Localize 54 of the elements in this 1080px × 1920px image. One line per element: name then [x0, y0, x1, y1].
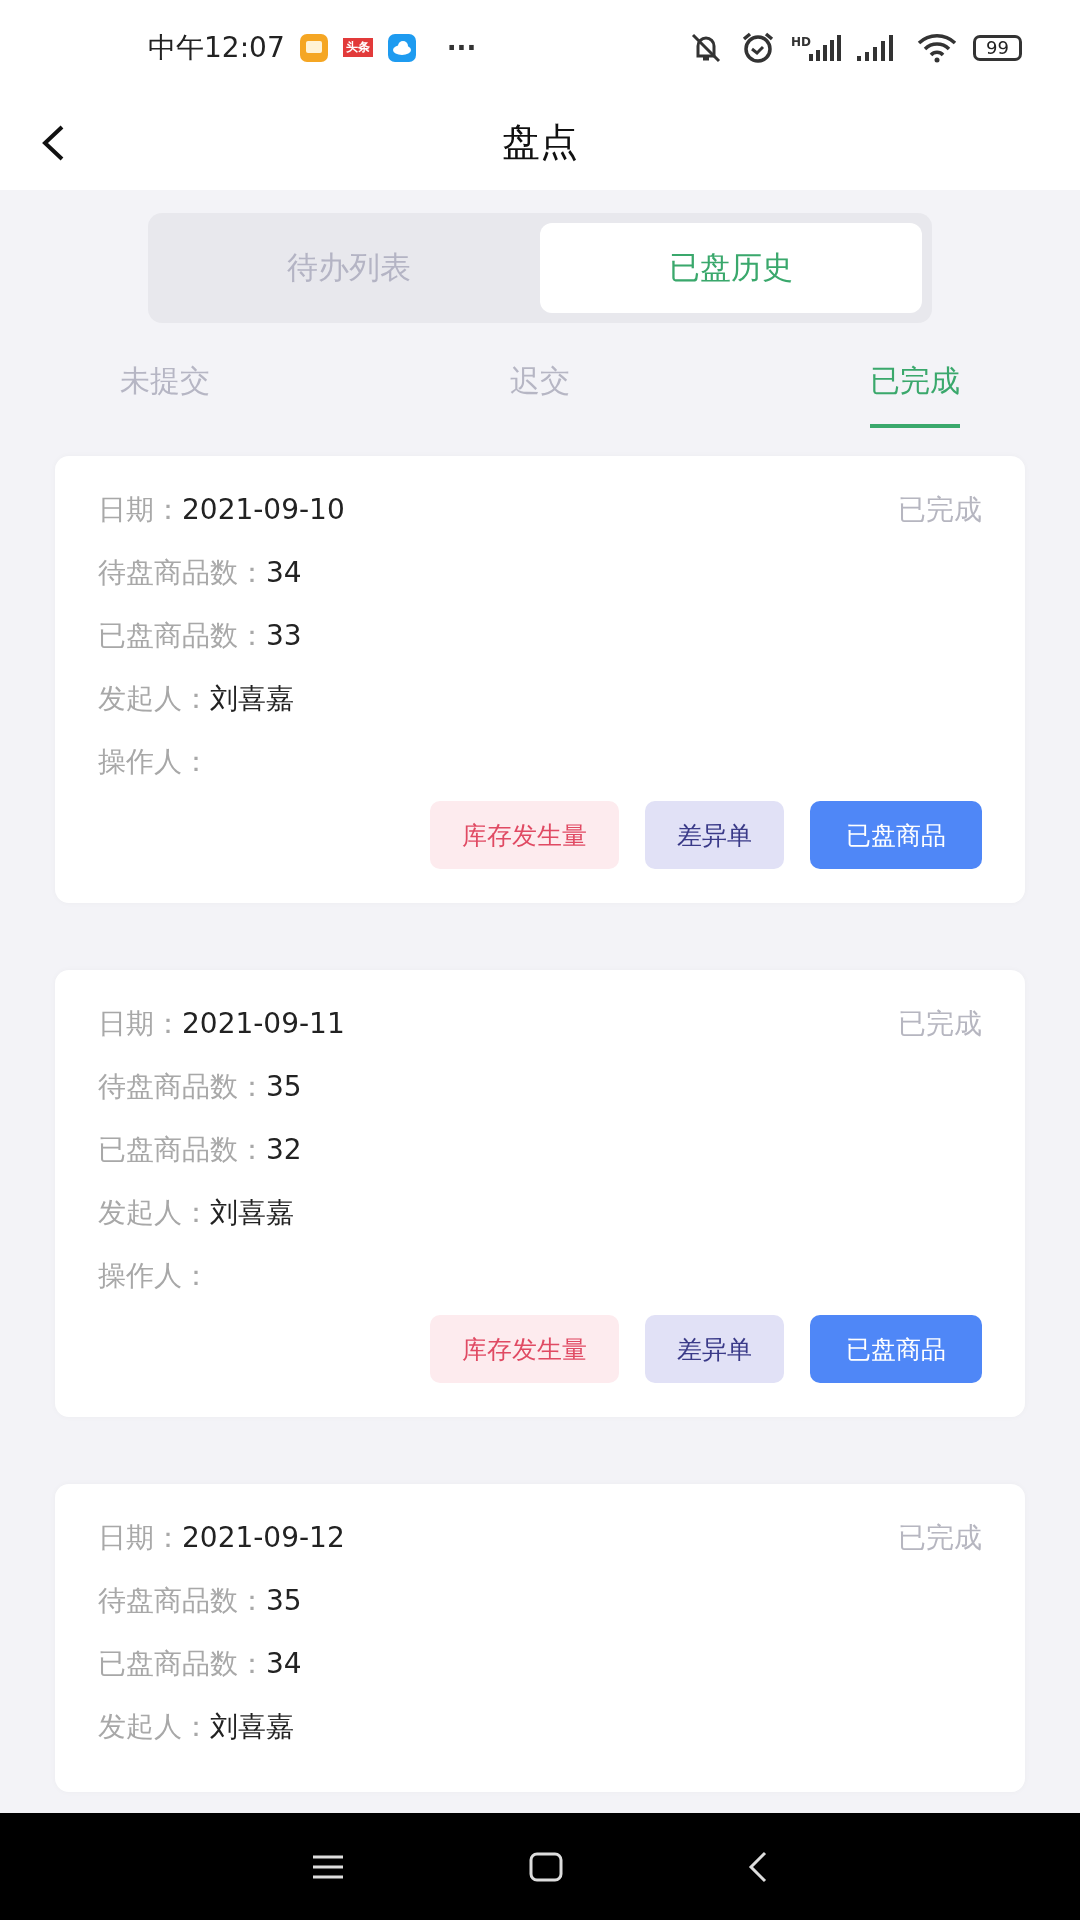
status-label: 已完成 [898, 491, 982, 528]
cloud-app-icon [386, 32, 417, 63]
hd-label: HD [791, 34, 812, 49]
field-label: 日期： [98, 1519, 182, 1556]
field-value: 2021-09-12 [182, 1521, 345, 1554]
field-value: 刘喜嘉 [210, 680, 294, 717]
field-label: 待盘商品数： [98, 554, 266, 591]
field-label: 发起人： [98, 1708, 210, 1745]
field-label: 发起人： [98, 680, 210, 717]
status-label: 已完成 [898, 1005, 982, 1042]
field-value: 33 [266, 619, 302, 652]
field-value: 2021-09-10 [182, 493, 345, 526]
home-icon[interactable] [529, 1851, 563, 1882]
action-button[interactable]: 库存发生量 [430, 1315, 619, 1383]
action-button[interactable]: 已盘商品 [810, 1315, 982, 1383]
field-label: 操作人： [98, 1257, 210, 1294]
field-value: 2021-09-11 [182, 1007, 345, 1040]
field-value: 35 [266, 1070, 302, 1103]
wifi-icon [917, 32, 958, 63]
message-app-icon [298, 32, 329, 63]
segment-tab[interactable]: 已盘历史 [540, 223, 922, 313]
field-value: 35 [266, 1584, 302, 1617]
menu-icon[interactable] [312, 1853, 345, 1880]
field-label: 日期： [98, 1005, 182, 1042]
back-icon[interactable] [40, 125, 66, 161]
alarm-icon [741, 30, 776, 65]
status-time: 中午12:07 [148, 29, 285, 66]
field-label: 待盘商品数： [98, 1068, 266, 1105]
filter-tab[interactable]: 已完成 [870, 343, 960, 428]
status-label: 已完成 [898, 1519, 982, 1556]
filter-tab[interactable]: 未提交 [120, 343, 210, 428]
field-value: 刘喜嘉 [210, 1708, 294, 1745]
field-value: 34 [266, 1647, 302, 1680]
field-value: 刘喜嘉 [210, 1194, 294, 1231]
signal-icon [809, 34, 842, 61]
filter-tab[interactable]: 迟交 [510, 343, 570, 428]
action-button[interactable]: 差异单 [645, 1315, 784, 1383]
more-notifications: ··· [446, 32, 477, 63]
action-button[interactable]: 已盘商品 [810, 801, 982, 869]
news-app-icon: 头条 [342, 38, 373, 57]
action-button[interactable]: 库存发生量 [430, 801, 619, 869]
field-label: 已盘商品数： [98, 1645, 266, 1682]
field-label: 待盘商品数： [98, 1582, 266, 1619]
field-label: 已盘商品数： [98, 617, 266, 654]
action-button[interactable]: 差异单 [645, 801, 784, 869]
field-value: 32 [266, 1133, 302, 1166]
field-label: 已盘商品数： [98, 1131, 266, 1168]
field-label: 发起人： [98, 1194, 210, 1231]
back-icon[interactable] [747, 1850, 768, 1883]
page-title: 盘点 [502, 119, 578, 166]
battery-icon: 99 [973, 34, 1022, 61]
field-label: 日期： [98, 491, 182, 528]
field-label: 操作人： [98, 743, 210, 780]
field-value: 34 [266, 556, 302, 589]
